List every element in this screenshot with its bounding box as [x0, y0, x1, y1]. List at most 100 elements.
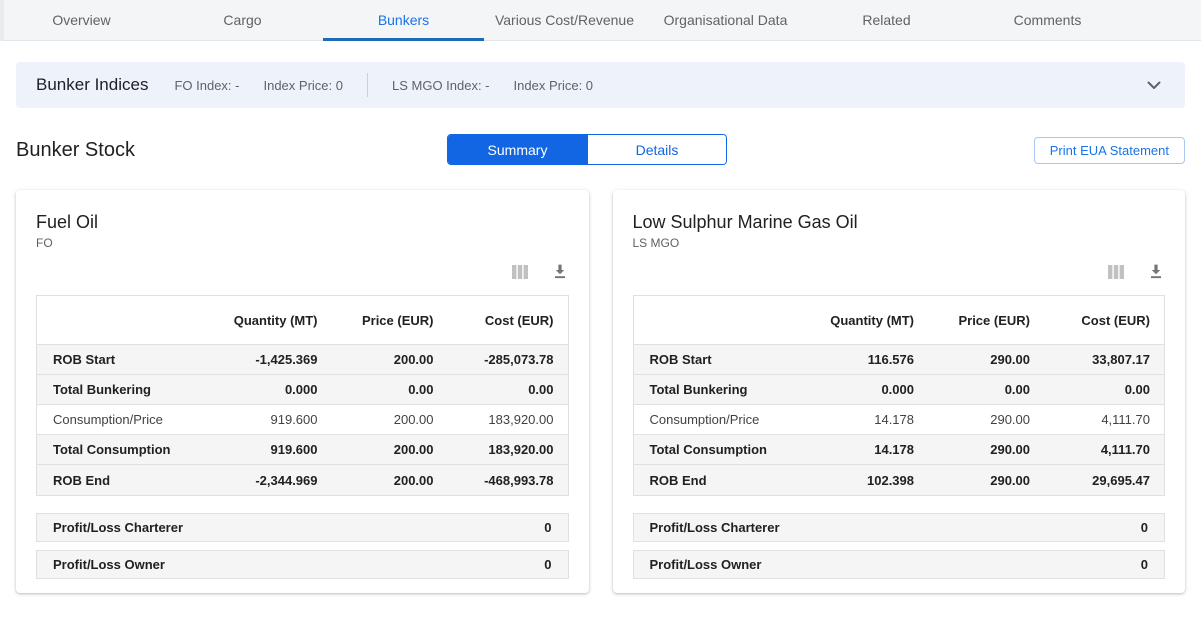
table-row: Total Bunkering 0.000 0.00 0.00 — [37, 375, 568, 405]
card-title: Low Sulphur Marine Gas Oil — [633, 212, 1166, 233]
profit-loss-owner-bar: Profit/Loss Owner 0 — [36, 550, 569, 579]
row-label: Consumption/Price — [634, 412, 785, 427]
table-row: ROB Start -1,425.369 200.00 -285,073.78 — [37, 345, 568, 375]
row-quantity: 0.000 — [784, 382, 914, 397]
download-icon[interactable] — [1147, 263, 1165, 281]
card-toolbar — [36, 262, 569, 282]
row-cost: -468,993.78 — [434, 473, 554, 488]
col-header-quantity: Quantity (MT) — [188, 313, 318, 328]
row-label: ROB End — [634, 473, 785, 488]
card-toolbar — [633, 262, 1166, 282]
row-label: ROB End — [37, 473, 188, 488]
view-columns-icon[interactable] — [511, 263, 529, 281]
details-toggle-button[interactable]: Details — [587, 135, 726, 164]
table-row: ROB End 102.398 290.00 29,695.47 — [634, 465, 1165, 495]
table-row: Total Consumption 14.178 290.00 4,111.70 — [634, 435, 1165, 465]
chevron-down-icon[interactable] — [1143, 77, 1165, 94]
card-title: Fuel Oil — [36, 212, 569, 233]
row-price: 290.00 — [914, 473, 1030, 488]
summary-details-toggle: Summary Details — [447, 134, 727, 165]
row-quantity: 102.398 — [784, 473, 914, 488]
row-label: ROB Start — [37, 352, 188, 367]
ls-mgo-index-value: LS MGO Index: - — [392, 78, 490, 93]
table-row: Consumption/Price 919.600 200.00 183,920… — [37, 405, 568, 435]
table-row: Total Consumption 919.600 200.00 183,920… — [37, 435, 568, 465]
row-label: Total Bunkering — [37, 382, 188, 397]
fo-index-value: FO Index: - — [174, 78, 239, 93]
bunker-cards: Fuel Oil FO Quantity (MT) Price (EUR) Co… — [16, 190, 1185, 593]
profit-loss-value: 0 — [1141, 557, 1148, 572]
row-quantity: 0.000 — [188, 382, 318, 397]
row-quantity: 116.576 — [784, 352, 914, 367]
profit-loss-value: 0 — [544, 520, 551, 535]
profit-loss-label: Profit/Loss Charterer — [53, 520, 183, 535]
col-header-price: Price (EUR) — [914, 313, 1030, 328]
profit-loss-label: Profit/Loss Owner — [650, 557, 762, 572]
col-header-quantity: Quantity (MT) — [784, 313, 914, 328]
profit-loss-charterer-bar: Profit/Loss Charterer 0 — [633, 513, 1166, 542]
print-eua-statement-button[interactable]: Print EUA Statement — [1034, 137, 1185, 164]
col-header-price: Price (EUR) — [318, 313, 434, 328]
profit-loss-owner-bar: Profit/Loss Owner 0 — [633, 550, 1166, 579]
ls-mgo-index-price: Index Price: 0 — [514, 78, 594, 93]
row-price: 0.00 — [914, 382, 1030, 397]
col-header-cost: Cost (EUR) — [1030, 313, 1150, 328]
card-subtitle: LS MGO — [633, 236, 1166, 250]
row-label: ROB Start — [634, 352, 785, 367]
row-cost: 33,807.17 — [1030, 352, 1150, 367]
table-row: ROB Start 116.576 290.00 33,807.17 — [634, 345, 1165, 375]
row-cost: 0.00 — [1030, 382, 1150, 397]
tab-comments[interactable]: Comments — [967, 0, 1128, 40]
ls-mgo-card: Low Sulphur Marine Gas Oil LS MGO Quanti… — [613, 190, 1186, 593]
row-cost: 29,695.47 — [1030, 473, 1150, 488]
table-row: ROB End -2,344.969 200.00 -468,993.78 — [37, 465, 568, 495]
tab-related[interactable]: Related — [806, 0, 967, 40]
row-quantity: 919.600 — [188, 412, 318, 427]
bunker-table: Quantity (MT) Price (EUR) Cost (EUR) ROB… — [36, 295, 569, 496]
tab-overview[interactable]: Overview — [1, 0, 162, 40]
download-icon[interactable] — [551, 263, 569, 281]
row-quantity: -1,425.369 — [188, 352, 318, 367]
table-row: Total Bunkering 0.000 0.00 0.00 — [634, 375, 1165, 405]
row-quantity: 14.178 — [784, 412, 914, 427]
row-quantity: 919.600 — [188, 442, 318, 457]
row-price: 200.00 — [318, 412, 434, 427]
profit-loss-charterer-bar: Profit/Loss Charterer 0 — [36, 513, 569, 542]
tab-bunkers[interactable]: Bunkers — [323, 0, 484, 40]
profit-loss-label: Profit/Loss Owner — [53, 557, 165, 572]
row-label: Total Bunkering — [634, 382, 785, 397]
row-price: 0.00 — [318, 382, 434, 397]
row-price: 200.00 — [318, 442, 434, 457]
bunker-indices-title: Bunker Indices — [36, 75, 148, 95]
row-price: 290.00 — [914, 412, 1030, 427]
row-label: Total Consumption — [37, 442, 188, 457]
row-cost: 0.00 — [434, 382, 554, 397]
tab-bar: Overview Cargo Bunkers Various Cost/Reve… — [0, 0, 1201, 41]
row-price: 290.00 — [914, 352, 1030, 367]
row-price: 200.00 — [318, 473, 434, 488]
table-header-row: Quantity (MT) Price (EUR) Cost (EUR) — [37, 296, 568, 345]
row-cost: 4,111.70 — [1030, 412, 1150, 427]
indices-divider — [367, 73, 368, 97]
tab-organisational-data[interactable]: Organisational Data — [645, 0, 806, 40]
col-header-cost: Cost (EUR) — [434, 313, 554, 328]
view-columns-icon[interactable] — [1107, 263, 1125, 281]
bunker-stock-header: Bunker Stock Summary Details Print EUA S… — [16, 134, 1185, 170]
row-cost: 4,111.70 — [1030, 442, 1150, 457]
row-cost: -285,073.78 — [434, 352, 554, 367]
fo-index-price: Index Price: 0 — [263, 78, 343, 93]
profit-loss-value: 0 — [544, 557, 551, 572]
tab-various-cost-revenue[interactable]: Various Cost/Revenue — [484, 0, 645, 40]
bunker-table: Quantity (MT) Price (EUR) Cost (EUR) ROB… — [633, 295, 1166, 496]
table-header-row: Quantity (MT) Price (EUR) Cost (EUR) — [634, 296, 1165, 345]
card-subtitle: FO — [36, 236, 569, 250]
fuel-oil-card: Fuel Oil FO Quantity (MT) Price (EUR) Co… — [16, 190, 589, 593]
row-cost: 183,920.00 — [434, 442, 554, 457]
row-label: Consumption/Price — [37, 412, 188, 427]
table-row: Consumption/Price 14.178 290.00 4,111.70 — [634, 405, 1165, 435]
bunker-indices-bar: Bunker Indices FO Index: - Index Price: … — [16, 62, 1185, 108]
row-price: 290.00 — [914, 442, 1030, 457]
row-price: 200.00 — [318, 352, 434, 367]
tab-cargo[interactable]: Cargo — [162, 0, 323, 40]
summary-toggle-button[interactable]: Summary — [448, 135, 587, 164]
